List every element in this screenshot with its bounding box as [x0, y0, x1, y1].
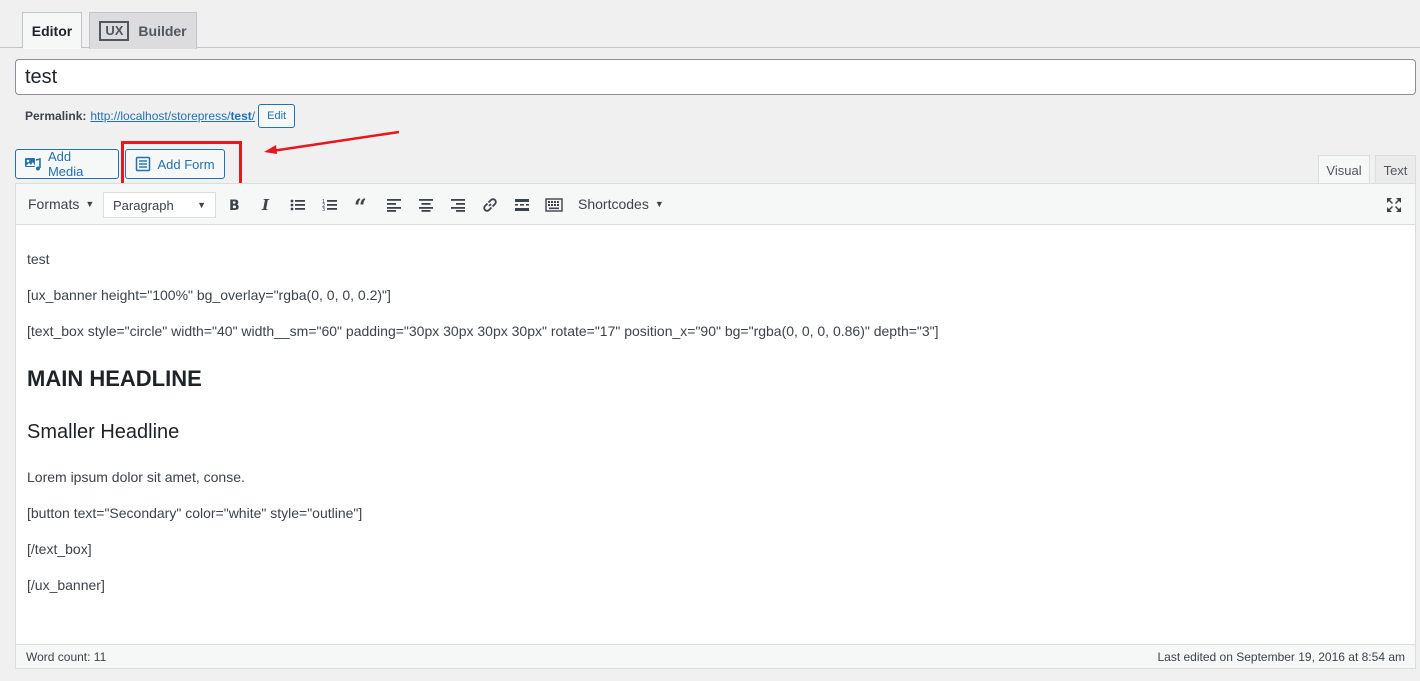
bullet-list-icon[interactable] — [286, 193, 310, 217]
permalink-row: Permalink: http://localhost/storepress/t… — [25, 104, 296, 128]
content-main-headline: MAIN HEADLINE — [27, 366, 202, 391]
formats-dropdown[interactable]: Formats ▼ — [28, 196, 94, 212]
permalink-edit-button[interactable]: Edit — [258, 104, 296, 128]
last-edited: Last edited on September 19, 2016 at 8:5… — [1157, 649, 1405, 664]
editor-status-bar: Word count: 11 Last edited on September … — [16, 644, 1415, 668]
permalink-slug: test — [230, 109, 252, 123]
shortcodes-label: Shortcodes — [578, 196, 649, 212]
svg-text:I: I — [261, 198, 270, 212]
add-media-button[interactable]: Add Media — [15, 149, 119, 179]
editor-mode-tabs: Editor UX Builder — [0, 0, 1420, 49]
toolbar-toggle-icon[interactable] — [542, 193, 566, 217]
content-paragraph: [/ux_banner] — [27, 577, 105, 593]
media-icon — [24, 157, 41, 171]
caret-down-icon: ▼ — [654, 199, 664, 209]
fullscreen-icon[interactable] — [1382, 193, 1406, 217]
permalink-label: Permalink: — [25, 109, 87, 123]
content-paragraph: [/text_box] — [27, 541, 92, 557]
annotation-arrow-icon — [264, 130, 400, 154]
bold-icon[interactable]: B — [222, 193, 246, 217]
permalink-link[interactable]: http://localhost/storepress/test/ — [90, 109, 255, 123]
align-right-icon[interactable] — [446, 193, 470, 217]
permalink-base: http://localhost/storepress/ — [90, 109, 231, 123]
content-paragraph: [button text="Secondary" color="white" s… — [27, 505, 363, 521]
post-title-value: test — [25, 65, 58, 88]
paragraph-select-value: Paragraph — [113, 197, 174, 213]
numbered-list-icon[interactable]: 1 2 3 — [318, 193, 342, 217]
paragraph-select[interactable]: Paragraph ▼ — [103, 192, 216, 218]
content-paragraph: [ux_banner height="100%" bg_overlay="rgb… — [27, 287, 391, 303]
content-paragraph: [text_box style="circle" width="40" widt… — [27, 323, 939, 339]
annotation-highlight-box — [121, 141, 242, 186]
ux-logo-icon: UX — [99, 21, 130, 41]
align-left-icon[interactable] — [382, 193, 406, 217]
tab-visual[interactable]: Visual — [1318, 155, 1370, 184]
svg-text:“: “ — [354, 198, 367, 212]
italic-icon[interactable]: I — [254, 193, 278, 217]
align-center-icon[interactable] — [414, 193, 438, 217]
caret-down-icon: ▼ — [197, 200, 206, 210]
caret-down-icon: ▼ — [85, 199, 95, 209]
content-editor: Formats ▼ Paragraph ▼ B I 1 2 3 “ Shortc… — [15, 183, 1416, 669]
svg-text:B: B — [229, 198, 240, 212]
content-paragraph: test — [27, 251, 50, 267]
add-media-label: Add Media — [47, 149, 84, 179]
content-paragraph: Lorem ipsum dolor sit amet, conse. — [27, 469, 245, 485]
shortcodes-dropdown[interactable]: Shortcodes ▼ — [578, 196, 664, 212]
tab-editor[interactable]: Editor — [22, 12, 82, 49]
formats-label: Formats — [28, 196, 80, 212]
tab-visual-label: Visual — [1326, 162, 1362, 178]
content-sub-headline: Smaller Headline — [27, 421, 180, 443]
read-more-icon[interactable] — [510, 193, 534, 217]
link-icon[interactable] — [478, 193, 502, 217]
tab-editor-label: Editor — [31, 22, 73, 39]
editor-toolbar: Formats ▼ Paragraph ▼ B I 1 2 3 “ Shortc… — [16, 184, 1415, 225]
tab-text[interactable]: Text — [1375, 155, 1416, 184]
blockquote-icon[interactable]: “ — [350, 193, 374, 217]
tab-ux-builder-label: Builder — [138, 23, 187, 39]
tab-ux-builder[interactable]: UX Builder — [89, 12, 197, 49]
permalink-trailing: / — [251, 109, 256, 123]
tab-text-label: Text — [1383, 162, 1408, 178]
post-title-input[interactable]: test — [15, 59, 1416, 95]
svg-text:3: 3 — [322, 207, 325, 212]
word-count: Word count: 11 — [26, 649, 107, 664]
